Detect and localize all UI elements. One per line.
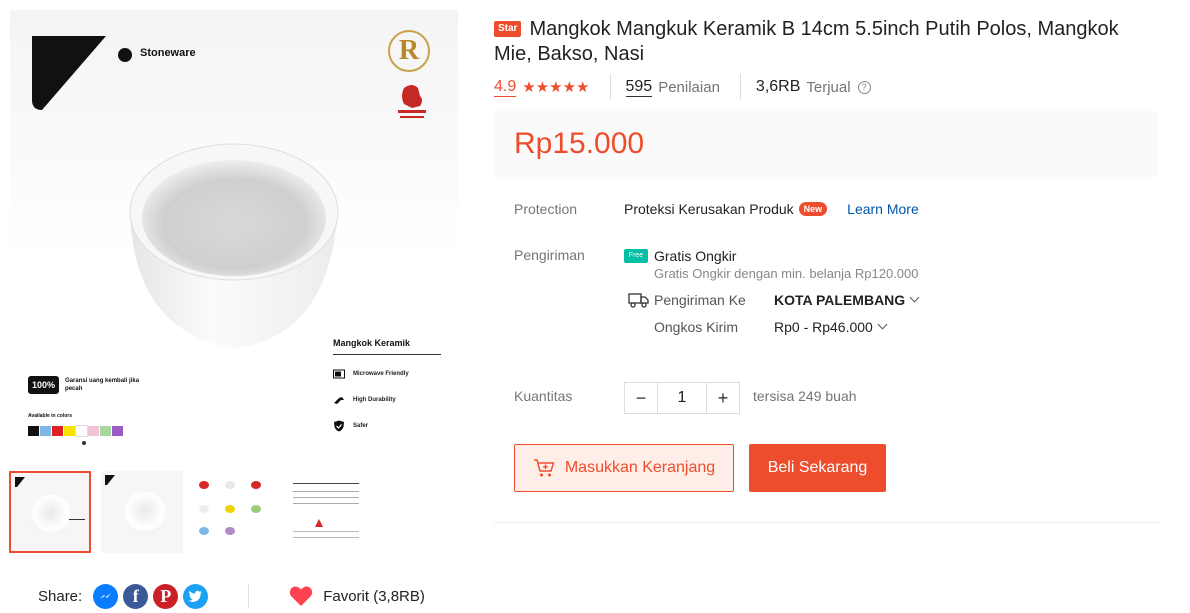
twitter-icon[interactable] xyxy=(183,583,209,609)
brand-text: Stoneware xyxy=(140,47,196,59)
feature-safer: Safer xyxy=(333,419,441,433)
new-badge: New xyxy=(798,202,828,216)
product-title: Mangkok Mangkuk Keramik B 14cm 5.5inch P… xyxy=(494,18,1119,65)
product-price: Rp15.000 xyxy=(514,127,645,160)
color-swatch xyxy=(100,426,111,436)
color-swatch xyxy=(112,426,123,436)
ship-to-dropdown[interactable]: KOTA PALEMBANG xyxy=(774,292,920,308)
microwave-icon xyxy=(333,369,345,379)
sold-label: Terjual xyxy=(806,78,851,96)
pinterest-icon[interactable]: P xyxy=(153,583,179,609)
favorite-label: Favorit (3,8RB) xyxy=(323,587,425,605)
heart-icon xyxy=(289,586,313,606)
shipping-label: Pengiriman xyxy=(514,247,585,263)
feature-durability: High Durability xyxy=(333,393,441,407)
free-shipping-title: Gratis Ongkir xyxy=(654,248,737,264)
available-colors-label: Available in colors xyxy=(28,413,72,419)
chevron-down-icon xyxy=(877,319,888,330)
color-swatch xyxy=(88,426,99,436)
shipping-cost: Ongkos Kirim Rp0 - Rp46.000 xyxy=(654,319,888,335)
divider xyxy=(609,74,611,100)
free-shipping: Free Gratis Ongkir Gratis Ongkir dengan … xyxy=(624,247,919,283)
thumbnail-1[interactable] xyxy=(9,471,91,553)
quantity-input[interactable]: 1 xyxy=(657,383,707,413)
cart-plus-icon xyxy=(533,459,555,477)
ship-cost-dropdown[interactable]: Rp0 - Rp46.000 xyxy=(774,319,888,335)
main-product-image[interactable]: Stoneware R Mangkok Keramik Microwave Fr… xyxy=(10,10,458,462)
color-swatch xyxy=(52,426,63,436)
ship-cost-value: Rp0 - Rp46.000 xyxy=(774,319,873,335)
ship-cost-label: Ongkos Kirim xyxy=(654,319,739,335)
section-divider xyxy=(494,522,1159,523)
chevron-down-icon xyxy=(909,292,920,303)
color-swatch xyxy=(64,426,75,436)
spec-box: Mangkok Keramik Microwave Friendly High … xyxy=(333,338,441,433)
guarantee-text: Garansi uang kembali jika pecah xyxy=(65,378,140,392)
color-swatch xyxy=(75,425,88,437)
star-badge: Star xyxy=(494,21,522,37)
help-icon[interactable]: ? xyxy=(857,80,871,94)
review-label: Penilaian xyxy=(658,78,720,96)
feature-microwave: Microwave Friendly xyxy=(333,367,441,381)
add-to-cart-button[interactable]: Masukkan Keranjang xyxy=(514,444,734,492)
guarantee-badge: 100% xyxy=(28,376,60,394)
rating-score[interactable]: 4.9 xyxy=(494,78,517,97)
rooster-logo-icon xyxy=(398,85,426,118)
brand-logo-icon xyxy=(32,36,106,110)
review-count[interactable]: 595 xyxy=(625,78,653,97)
rating-row: 4.9 ★★★★★ 595 Penilaian 3,6RB Terjual ? xyxy=(494,74,871,100)
protection-value: Proteksi Kerusakan Produk xyxy=(624,201,794,217)
learn-more-link[interactable]: Learn More xyxy=(847,201,919,217)
add-to-cart-label: Masukkan Keranjang xyxy=(564,459,716,476)
buy-now-button[interactable]: Beli Sekarang xyxy=(749,444,886,492)
free-shipping-subtitle: Gratis Ongkir dengan min. belanja Rp120.… xyxy=(654,266,919,281)
feature-label: High Durability xyxy=(353,397,396,403)
brand-dot-icon xyxy=(118,48,132,62)
ship-to-label: Pengiriman Ke xyxy=(654,292,746,308)
messenger-icon[interactable] xyxy=(93,583,119,609)
divider xyxy=(739,74,741,100)
shield-check-icon xyxy=(334,420,344,432)
feature-label: Microwave Friendly xyxy=(353,371,409,377)
arm-strength-icon xyxy=(334,397,344,404)
share-divider xyxy=(248,584,250,608)
feature-label: Safer xyxy=(353,423,369,429)
color-swatches xyxy=(28,425,123,437)
bowl-image xyxy=(129,143,339,348)
favorite-button[interactable]: Favorit (3,8RB) xyxy=(289,585,425,607)
shipping-destination: Pengiriman Ke KOTA PALEMBANG xyxy=(628,292,920,308)
guarantee: 100% Garansi uang kembali jika pecah xyxy=(28,376,145,394)
free-shipping-icon: Free xyxy=(624,249,648,263)
stock-text: tersisa 249 buah xyxy=(753,388,857,404)
protection-row: Proteksi Kerusakan Produk New Learn More xyxy=(624,201,919,217)
quantity-label: Kuantitas xyxy=(514,388,573,404)
share-label: Share: xyxy=(38,587,83,605)
share-row: Share: f P Favorit (3,8RB) xyxy=(38,582,425,610)
spec-title: Mangkok Keramik xyxy=(333,338,441,355)
thumbnail-3[interactable] xyxy=(193,471,275,553)
price-box: Rp15.000 xyxy=(494,111,1158,177)
ship-to-value: KOTA PALEMBANG xyxy=(774,292,906,308)
quantity-stepper: − 1 + xyxy=(624,382,740,414)
color-swatch xyxy=(28,426,39,436)
carousel-indicator xyxy=(82,441,86,445)
color-swatch xyxy=(40,426,51,436)
r-logo-icon: R xyxy=(388,30,430,72)
thumbnail-2[interactable] xyxy=(101,471,183,553)
protection-label: Protection xyxy=(514,201,578,217)
product-title-block: Star Mangkok Mangkuk Keramik B 14cm 5.5in… xyxy=(494,17,1154,67)
decrease-button[interactable]: − xyxy=(625,383,657,413)
increase-button[interactable]: + xyxy=(707,383,739,413)
star-rating-icon: ★★★★★ xyxy=(522,79,590,96)
sold-count: 3,6RB xyxy=(755,78,801,95)
truck-icon xyxy=(628,293,649,308)
thumbnail-strip xyxy=(9,471,367,553)
thumbnail-4[interactable] xyxy=(285,471,367,553)
facebook-icon[interactable]: f xyxy=(123,583,149,609)
